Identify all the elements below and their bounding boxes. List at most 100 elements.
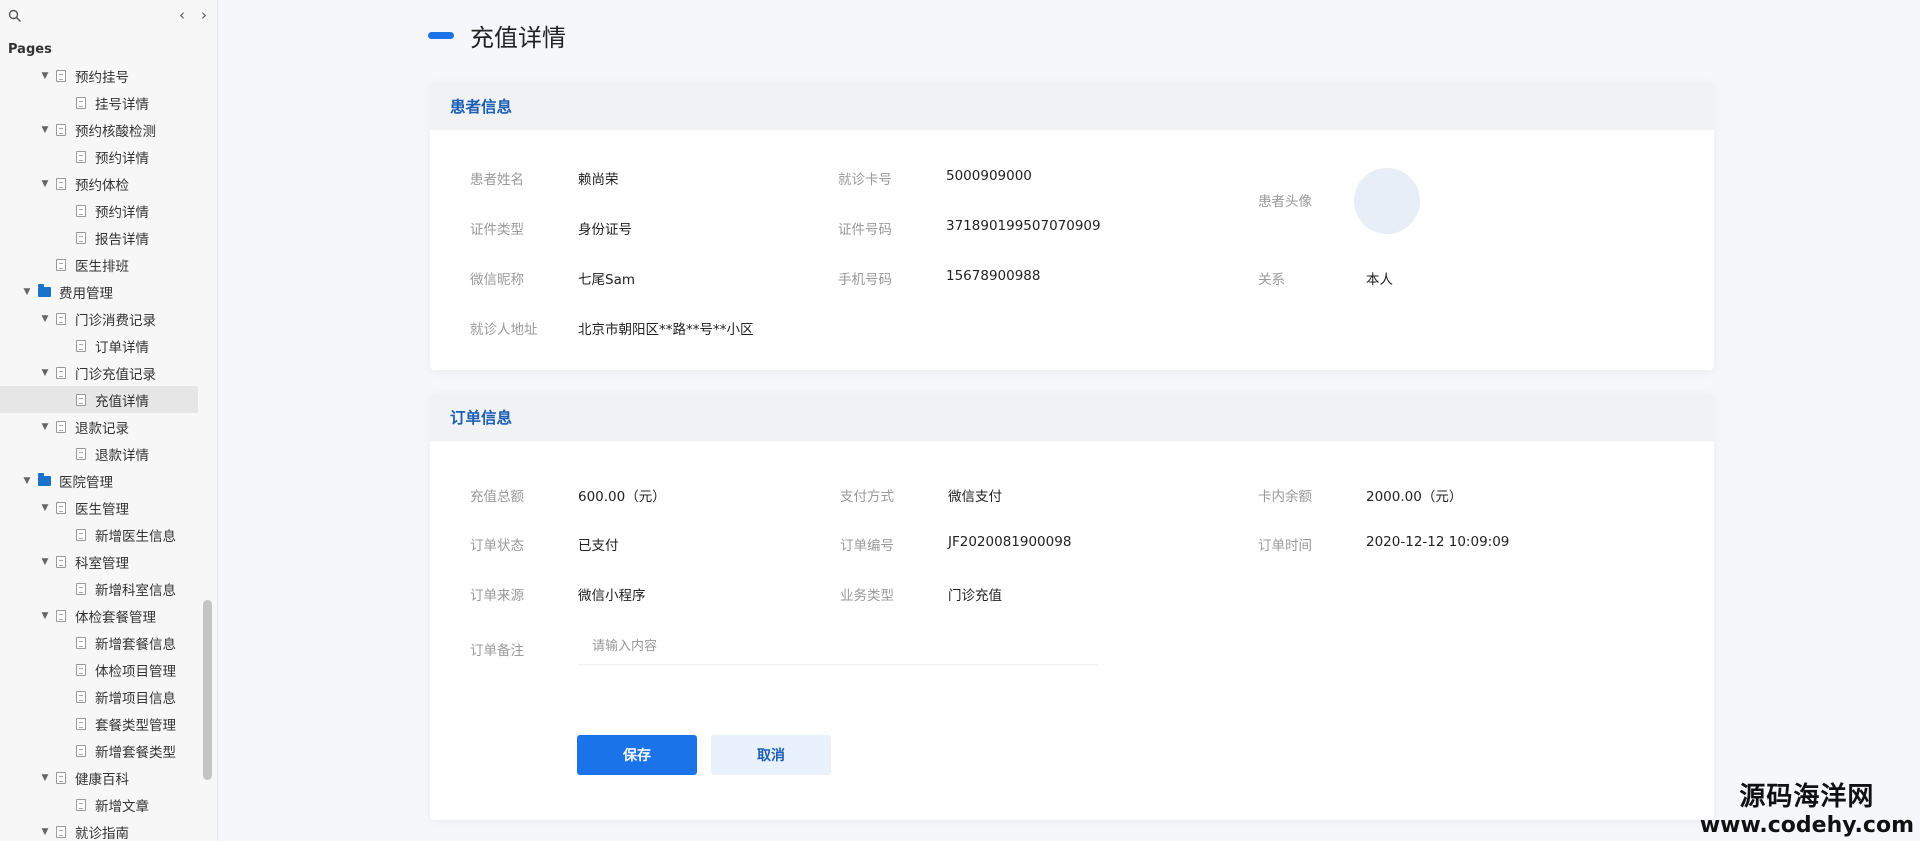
sidebar-item[interactable]: ▼ 预约挂号 (0, 62, 198, 89)
sidebar-item[interactable]: 新增套餐信息 (0, 629, 198, 656)
chevron-down-icon[interactable]: ▼ (40, 503, 50, 513)
card-number-label: 就诊卡号 (838, 172, 892, 188)
sidebar-item[interactable]: ▼ 预约体检 (0, 170, 198, 197)
card-number-value: 5000909000 (946, 168, 1032, 184)
avatar-label: 患者头像 (1258, 194, 1312, 210)
order-time-value: 2020-12-12 10:09:09 (1366, 534, 1510, 550)
sidebar-item[interactable]: ▼ 体检套餐管理 (0, 602, 198, 629)
sidebar-item[interactable]: 新增套餐类型 (0, 737, 198, 764)
chevron-down-icon[interactable]: ▼ (40, 314, 50, 324)
page-icon (56, 177, 66, 190)
cancel-button[interactable]: 取消 (711, 735, 831, 775)
page-icon (76, 150, 86, 163)
sidebar-item[interactable]: 报告详情 (0, 224, 198, 251)
pages-heading: Pages (8, 42, 52, 57)
page-icon (76, 447, 86, 460)
sidebar-item-label: 挂号详情 (95, 96, 149, 113)
business-type-value: 门诊充值 (948, 588, 1002, 604)
sidebar-item[interactable]: 退款详情 (0, 440, 198, 467)
sidebar-item[interactable]: 挂号详情 (0, 89, 198, 116)
sidebar-item[interactable]: 新增文章 (0, 791, 198, 818)
patient-info-card: 患者信息 患者姓名 赖尚荣 就诊卡号 5000909000 患者头像 证件类型 … (430, 82, 1714, 370)
chevron-right-icon[interactable]: › (196, 6, 212, 26)
patient-info-header: 患者信息 (430, 82, 1714, 130)
chevron-down-icon[interactable]: ▼ (40, 557, 50, 567)
sidebar-item[interactable]: ▼ 预约核酸检测 (0, 116, 198, 143)
sidebar-item-label: 体检项目管理 (95, 663, 176, 680)
section-title: 订单信息 (450, 409, 513, 427)
chevron-down-icon[interactable]: ▼ (40, 827, 50, 837)
sidebar-item[interactable]: 体检项目管理 (0, 656, 198, 683)
payment-method-value: 微信支付 (948, 489, 1002, 505)
order-info-card: 订单信息 充值总额 600.00（元） 支付方式 微信支付 卡内余额 2000.… (430, 393, 1714, 820)
sidebar-item[interactable]: 新增医生信息 (0, 521, 198, 548)
chevron-down-icon[interactable]: ▼ (40, 611, 50, 621)
payment-method-label: 支付方式 (840, 489, 894, 505)
sidebar-item-label: 订单详情 (95, 339, 149, 356)
sidebar-item-label: 充值详情 (95, 393, 149, 410)
order-info-header: 订单信息 (430, 393, 1714, 441)
chevron-down-icon[interactable]: ▼ (40, 773, 50, 783)
sidebar-item[interactable]: ▼ 退款记录 (0, 413, 198, 440)
page-icon (56, 258, 66, 271)
page-icon (56, 501, 66, 514)
avatar (1354, 168, 1420, 234)
page-icon (76, 663, 86, 676)
sidebar-item[interactable]: ▼ 科室管理 (0, 548, 198, 575)
sidebar-item[interactable]: 新增科室信息 (0, 575, 198, 602)
address-value: 北京市朝阳区**路**号**小区 (578, 322, 754, 338)
watermark-cn: 源码海洋网 (1739, 782, 1875, 812)
chevron-down-icon[interactable]: ▼ (40, 125, 50, 135)
sidebar-item[interactable]: ▼医生排班 (0, 251, 198, 278)
card-balance-value: 2000.00（元） (1366, 489, 1463, 505)
chevron-down-icon[interactable]: ▼ (22, 287, 32, 297)
id-number-value: 371890199507070909 (946, 218, 1101, 234)
watermark-en: www.codehy.com (1699, 813, 1914, 838)
sidebar-item-label: 门诊充值记录 (75, 366, 156, 383)
order-number-value: JF2020081900098 (948, 534, 1072, 550)
sidebar-item[interactable]: ▼ 健康百科 (0, 764, 198, 791)
chevron-down-icon[interactable]: ▼ (40, 368, 50, 378)
sidebar-item-label: 预约体检 (75, 177, 129, 194)
sidebar-item[interactable]: ▼ 就诊指南 (0, 818, 198, 841)
save-button[interactable]: 保存 (577, 735, 697, 775)
sidebar-item-label: 预约挂号 (75, 69, 129, 86)
chevron-down-icon[interactable]: ▼ (22, 476, 32, 486)
chevron-left-icon[interactable]: ‹ (174, 6, 190, 26)
page-icon (76, 798, 86, 811)
section-title: 患者信息 (450, 98, 513, 116)
page-icon (76, 690, 86, 703)
sidebar-item[interactable]: 预约详情 (0, 197, 198, 224)
sidebar-item[interactable]: 充值详情 (0, 386, 198, 413)
sidebar-item[interactable]: 订单详情 (0, 332, 198, 359)
order-remark-input[interactable] (578, 629, 1098, 665)
sidebar-item[interactable]: ▼ 医生管理 (0, 494, 198, 521)
chevron-down-icon[interactable]: ▼ (40, 71, 50, 81)
page-icon (56, 420, 66, 433)
page-icon (56, 366, 66, 379)
sidebar-item[interactable]: ▼ 门诊消费记录 (0, 305, 198, 332)
page-icon (56, 825, 66, 838)
order-source-value: 微信小程序 (578, 588, 646, 604)
chevron-down-icon[interactable]: ▼ (40, 422, 50, 432)
id-type-label: 证件类型 (470, 222, 524, 238)
address-label: 就诊人地址 (470, 322, 538, 338)
page-icon (76, 393, 86, 406)
sidebar-item[interactable]: ▼ 费用管理 (0, 278, 198, 305)
sidebar-item[interactable]: 新增项目信息 (0, 683, 198, 710)
sidebar-item[interactable]: 预约详情 (0, 143, 198, 170)
relation-value: 本人 (1366, 272, 1393, 288)
sidebar-item[interactable]: ▼ 门诊充值记录 (0, 359, 198, 386)
scrollbar-thumb[interactable] (203, 600, 212, 780)
page-icon (56, 771, 66, 784)
sidebar-item-label: 体检套餐管理 (75, 609, 156, 626)
recharge-amount-value: 600.00（元） (578, 489, 666, 505)
id-type-value: 身份证号 (578, 222, 632, 238)
search-icon[interactable] (8, 9, 22, 23)
chevron-down-icon[interactable]: ▼ (40, 179, 50, 189)
sidebar-item[interactable]: 套餐类型管理 (0, 710, 198, 737)
folder-icon (38, 283, 51, 297)
sidebar-item-label: 医生排班 (75, 258, 129, 275)
sidebar-item[interactable]: ▼ 医院管理 (0, 467, 198, 494)
sidebar-item-label: 健康百科 (75, 771, 129, 788)
